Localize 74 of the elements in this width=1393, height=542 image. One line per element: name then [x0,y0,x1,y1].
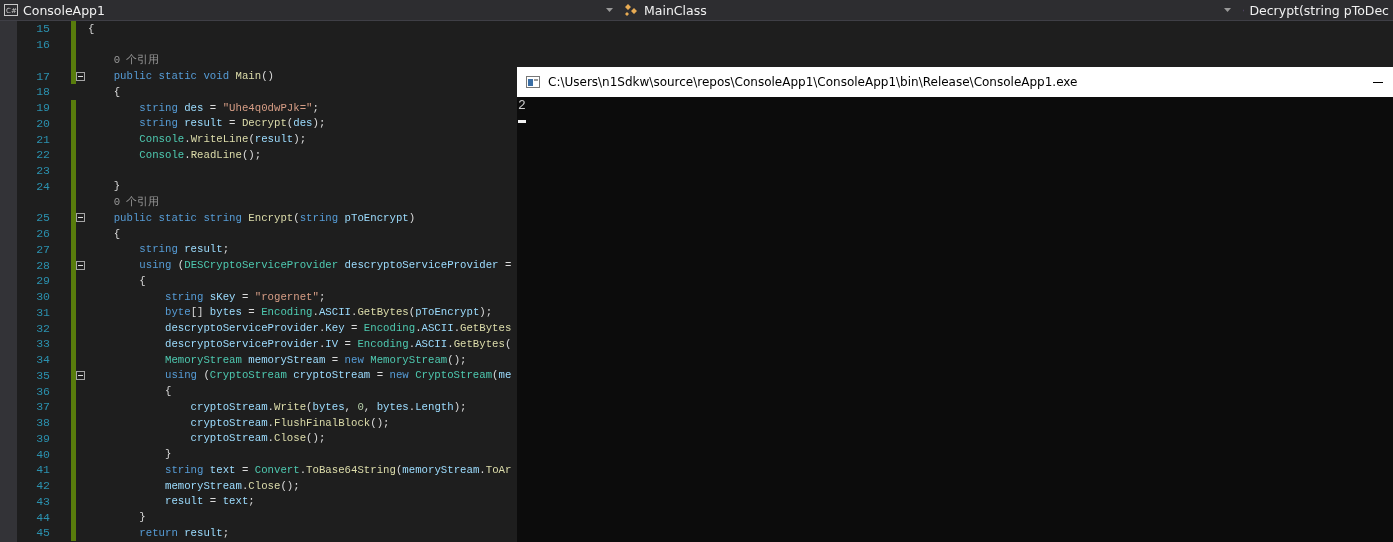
line-number: 44 [35,510,50,524]
code-line: memoryStream.Close(); [163,479,300,492]
line-number: 41 [35,463,50,477]
minimize-icon [1373,81,1383,83]
line-number: 16 [35,38,50,52]
code-line: string des = "Uhe4q0dwPJk="; [138,101,319,114]
code-line: using (CryptoStream cryptoStream = new CryptoStream(me [163,369,512,382]
line-number: 25 [35,211,50,225]
collapse-icon[interactable] [76,213,85,223]
code-line: descryptoServiceProvider.IV = Encoding.ASCII.GetBytes( [163,337,512,350]
code-line: return result; [138,526,230,539]
code-line: } [112,180,121,193]
reference-count-link[interactable]: 0 个引用 [88,53,160,68]
line-number: 35 [35,368,50,382]
collapse-icon[interactable] [76,71,85,81]
code-line: public static void Main() [112,70,274,83]
line-number: 31 [35,305,50,319]
line-number: 45 [35,526,50,540]
line-number: 39 [35,431,50,445]
line-number: 18 [35,85,50,99]
dropdown-caret-icon [606,8,613,12]
line-number: 42 [35,479,50,493]
code-line: { [138,274,146,287]
code-line: string text = Convert.ToBase64String(memoryStream.ToAr [163,463,512,476]
console-cursor [518,120,526,123]
line-number: 29 [35,274,50,288]
code-line: cryptoStream.FlushFinalBlock(); [189,416,390,429]
line-number: 20 [35,116,50,130]
code-line: { [112,85,121,98]
line-number: 30 [35,290,50,304]
code-line: string sKey = "rogernet"; [163,290,326,303]
code-line: { [112,227,121,240]
line-number: 24 [35,179,50,193]
code-line: Console.WriteLine(result); [138,133,307,146]
line-number: 23 [35,164,50,178]
code-line: public static string Encrypt(string pToEncrypt) [112,211,416,224]
line-number: 21 [35,132,50,146]
line-number: 22 [35,148,50,162]
line-number: 32 [35,321,50,335]
line-number: 37 [35,400,50,414]
line-number: 43 [35,494,50,508]
line-number: 28 [35,258,50,272]
line-number: 26 [35,227,50,241]
console-output: 2 [517,97,527,115]
collapse-icon[interactable] [76,370,85,380]
line-number: 17 [35,69,50,83]
code-line: using (DESCryptoServiceProvider descryptoServiceProvider = [138,259,512,272]
line-number: 27 [35,242,50,256]
line-number: 33 [35,337,50,351]
console-window-title: C:\Users\n1Sdkw\source\repos\ConsoleApp1\ConsoleApp1\bin\Release\ConsoleApp1.exe [548,75,1079,89]
code-line: Console.ReadLine(); [138,148,262,161]
line-number: 40 [35,447,50,461]
line-number: 19 [35,101,50,115]
code-line: result = text; [163,495,255,508]
code-line: } [163,448,172,461]
line-number: 34 [35,353,50,367]
code-line: cryptoStream.Write(bytes, 0, bytes.Length); [189,400,467,413]
console-app-icon [526,76,540,88]
line-number: 15 [35,22,50,36]
code-line: string result = Decrypt(des); [138,117,326,130]
code-line: MemoryStream memoryStream = new MemoryStream(); [163,353,467,366]
code-line: } [138,511,146,524]
dropdown-caret-icon [1224,8,1231,12]
code-line: { [88,22,95,35]
code-line: byte[] bytes = Encoding.ASCII.GetBytes(pToEncrypt); [163,306,493,319]
reference-count-link[interactable]: 0 个引用 [88,195,160,210]
code-line: cryptoStream.Close(); [189,432,326,445]
code-line: string result; [138,243,230,256]
line-number: 36 [35,384,50,398]
class-icon [623,3,639,17]
line-number: 38 [35,416,50,430]
code-line: descryptoServiceProvider.Key = Encoding.ASCII.GetBytes [163,322,512,335]
collapse-icon[interactable] [76,260,85,270]
code-line: { [163,385,172,398]
